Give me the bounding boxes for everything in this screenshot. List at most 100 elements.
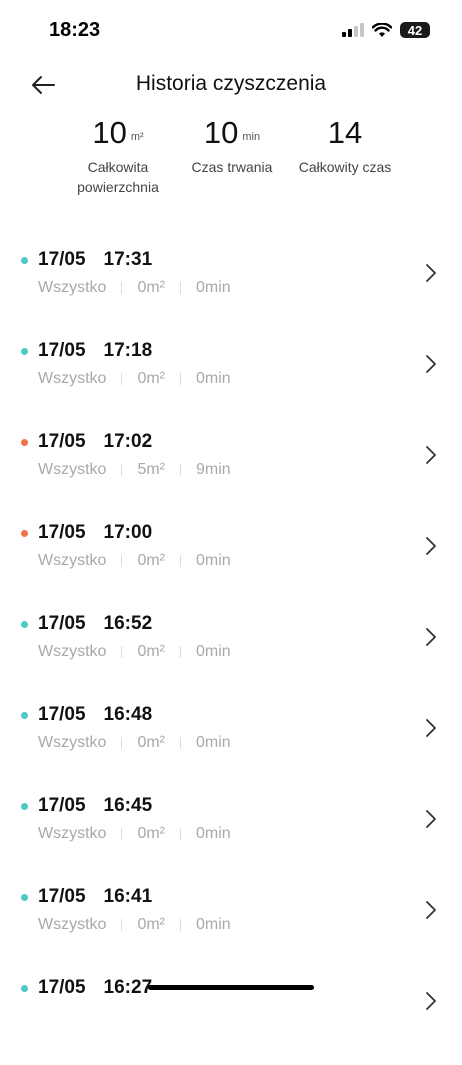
chevron-right-icon[interactable]: [420, 899, 442, 921]
row-datetime: 17/05 17:31: [38, 249, 152, 271]
stat-unit: m²: [131, 131, 144, 143]
divider: [121, 373, 122, 385]
wifi-icon: [372, 23, 392, 38]
row-area: 0m²: [137, 552, 165, 570]
stat-label: Całkowita powierzchnia: [60, 157, 176, 197]
row-datetime: 17/05 17:02: [38, 431, 152, 453]
row-details: Wszystko 0m² 0min: [38, 916, 231, 934]
history-row[interactable]: 17/05 17:02 Wszystko 5m² 9min: [0, 428, 462, 519]
divider: [180, 464, 181, 476]
row-date: 17/05: [38, 704, 86, 726]
row-area: 0m²: [137, 279, 165, 297]
status-icons: 42: [342, 20, 430, 40]
row-time: 16:27: [104, 977, 153, 999]
divider: [121, 828, 122, 840]
row-mode: Wszystko: [38, 825, 106, 843]
divider: [180, 737, 181, 749]
row-date: 17/05: [38, 977, 86, 999]
divider: [121, 919, 122, 931]
row-area: 0m²: [137, 916, 165, 934]
history-row[interactable]: 17/05 16:41 Wszystko 0m² 0min: [0, 883, 462, 974]
row-time: 17:00: [104, 522, 153, 544]
row-datetime: 17/0516:48: [38, 704, 152, 726]
row-datetime: 17/0516:52: [38, 613, 152, 635]
row-area: 0m²: [137, 370, 165, 388]
row-details: Wszystko 5m² 9min: [38, 461, 231, 479]
stat-value: 10: [204, 115, 238, 150]
row-mode: Wszystko: [38, 279, 106, 297]
status-dot: [21, 894, 28, 901]
history-list: 17/05 17:31 Wszystko 0m² 0min 17/05 17:18 …: [0, 246, 462, 1065]
chevron-right-icon[interactable]: [420, 262, 442, 284]
row-datetime: 17/05 17:18: [38, 340, 152, 362]
row-time: 16:41: [104, 886, 153, 908]
row-time: 17:02: [104, 431, 153, 453]
row-time: 16:45: [104, 795, 153, 817]
stats-summary: 10m² Całkowita powierzchnia 10 min Czas t…: [0, 115, 462, 205]
chevron-right-icon[interactable]: [420, 353, 442, 375]
stat-unit: min: [242, 131, 260, 143]
row-details: Wszystko 0m² 0min: [38, 279, 231, 297]
divider: [121, 555, 122, 567]
divider: [180, 646, 181, 658]
status-dot: [21, 348, 28, 355]
row-duration: 9min: [196, 461, 231, 479]
row-date: 17/05: [38, 886, 86, 908]
row-time: 17:31: [104, 249, 153, 271]
row-date: 17/05: [38, 431, 86, 453]
chevron-right-icon[interactable]: [420, 626, 442, 648]
page-title: Historia czyszczenia: [0, 72, 462, 96]
row-duration: 0min: [196, 279, 231, 297]
row-datetime: 17/05 16:41: [38, 886, 152, 908]
history-row[interactable]: 17/05 17:31 Wszystko 0m² 0min: [0, 246, 462, 337]
cellular-signal-icon: [342, 23, 364, 37]
history-row[interactable]: 17/0516:52 Wszystko 0m² 0min: [0, 610, 462, 701]
stat-total-area: 10m² Całkowita powierzchnia: [60, 115, 176, 197]
stat-total-time: 14 Całkowity czas: [286, 115, 404, 177]
row-details: Wszystko 0m² 0min: [38, 734, 231, 752]
home-indicator[interactable]: [148, 985, 314, 990]
row-details: Wszystko 0m² 0min: [38, 643, 231, 661]
status-dot: [21, 621, 28, 628]
chevron-right-icon[interactable]: [420, 444, 442, 466]
row-date: 17/05: [38, 522, 86, 544]
row-datetime: 17/05 17:00: [38, 522, 152, 544]
chevron-right-icon[interactable]: [420, 808, 442, 830]
divider: [121, 646, 122, 658]
row-details: Wszystko 0m² 0min: [38, 825, 231, 843]
header: Historia czyszczenia: [0, 62, 462, 106]
row-date: 17/05: [38, 249, 86, 271]
row-time: 17:18: [104, 340, 153, 362]
row-details: Wszystko 0m² 0min: [38, 370, 231, 388]
row-mode: Wszystko: [38, 461, 106, 479]
stat-label: Czas trwania: [182, 157, 282, 177]
status-dot: [21, 439, 28, 446]
row-area: 0m²: [137, 825, 165, 843]
status-dot: [21, 257, 28, 264]
history-row[interactable]: 17/05 17:00 Wszystko 0m² 0min: [0, 519, 462, 610]
row-mode: Wszystko: [38, 916, 106, 934]
status-bar: 18:23 42: [0, 0, 462, 60]
stat-value: 14: [328, 115, 362, 150]
stat-label: Całkowity czas: [286, 157, 404, 177]
history-row[interactable]: 17/05 17:18 Wszystko 0m² 0min: [0, 337, 462, 428]
row-duration: 0min: [196, 370, 231, 388]
status-time: 18:23: [49, 19, 100, 42]
row-duration: 0min: [196, 825, 231, 843]
row-area: 0m²: [137, 643, 165, 661]
divider: [180, 282, 181, 294]
row-duration: 0min: [196, 916, 231, 934]
row-duration: 0min: [196, 552, 231, 570]
row-mode: Wszystko: [38, 370, 106, 388]
history-row[interactable]: 17/0516:45 Wszystko 0m² 0min: [0, 792, 462, 883]
row-date: 17/05: [38, 340, 86, 362]
chevron-right-icon[interactable]: [420, 535, 442, 557]
row-details: Wszystko 0m² 0min: [38, 552, 231, 570]
history-row[interactable]: 17/0516:48 Wszystko 0m² 0min: [0, 701, 462, 792]
chevron-right-icon[interactable]: [420, 990, 442, 1012]
row-mode: Wszystko: [38, 643, 106, 661]
row-datetime: 17/05 16:27: [38, 977, 152, 999]
row-mode: Wszystko: [38, 552, 106, 570]
battery-level: 42: [408, 23, 422, 38]
chevron-right-icon[interactable]: [420, 717, 442, 739]
